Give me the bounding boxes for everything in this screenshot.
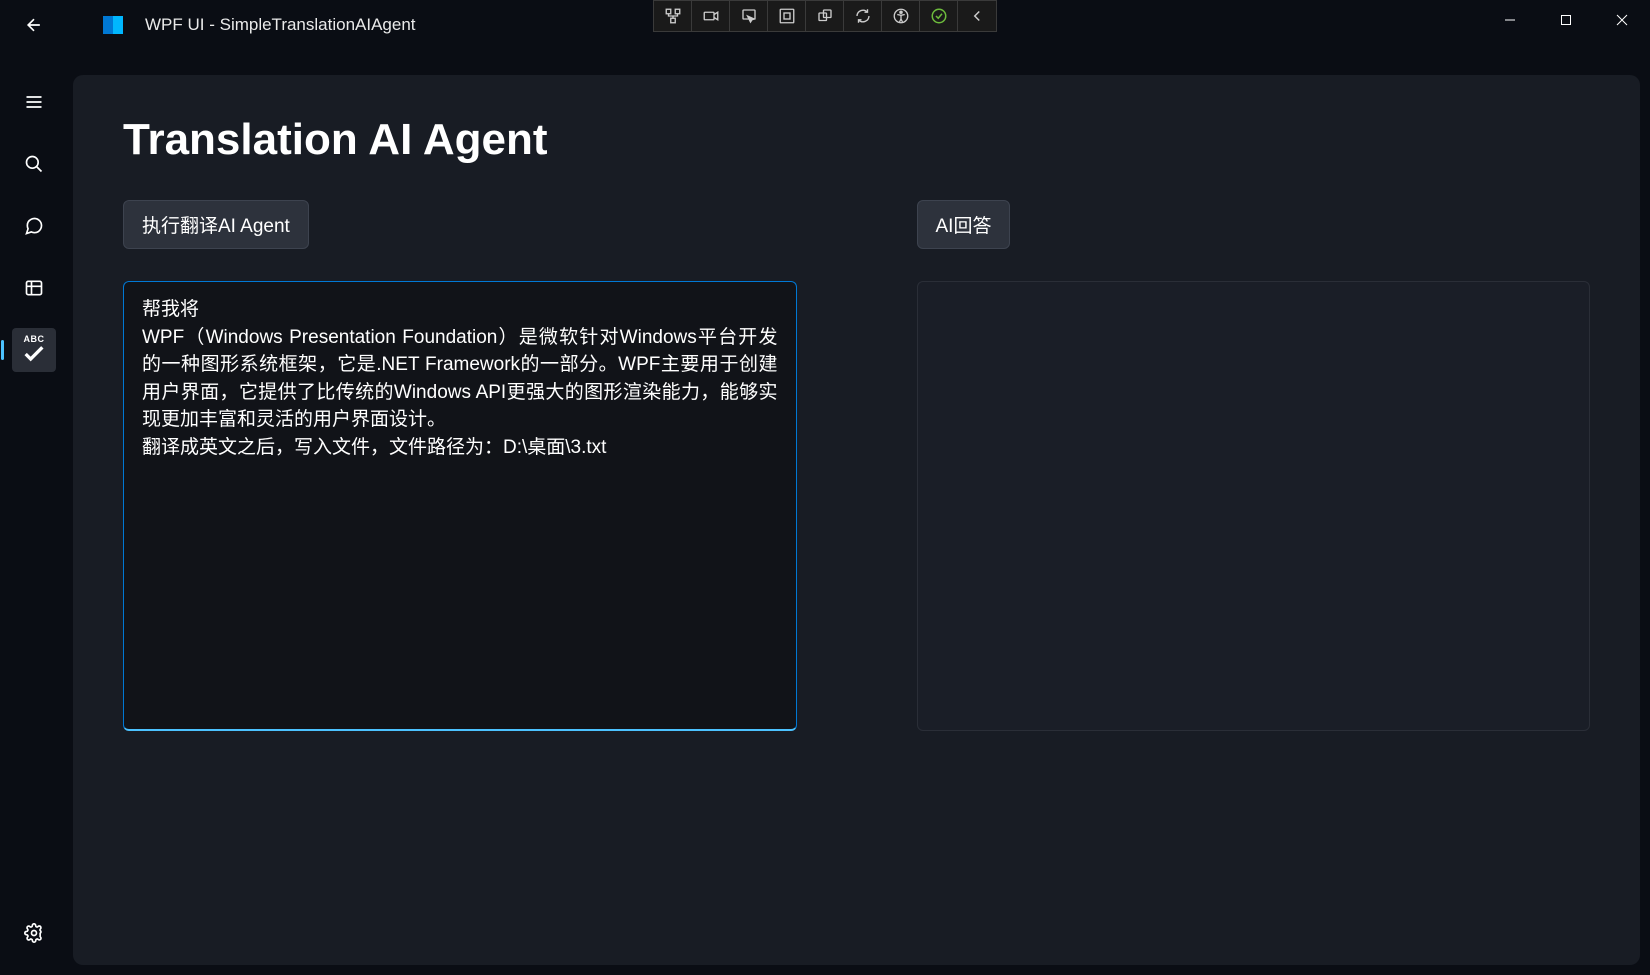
abc-check-icon: ABC	[24, 335, 45, 366]
debug-toolbar	[653, 0, 997, 32]
spellcheck-button[interactable]: ABC	[12, 328, 56, 372]
close-button[interactable]	[1594, 0, 1650, 40]
content-columns: 执行翻译AI Agent AI回答	[123, 200, 1590, 731]
execute-translate-button[interactable]: 执行翻译AI Agent	[123, 200, 309, 249]
debug-accessibility-icon[interactable]	[882, 1, 920, 31]
back-button[interactable]	[20, 11, 48, 39]
maximize-button[interactable]	[1538, 0, 1594, 40]
debug-recording-icon[interactable]	[692, 1, 730, 31]
window-title: WPF UI - SimpleTranslationAIAgent	[145, 15, 416, 35]
debug-display-layout-icon[interactable]	[768, 1, 806, 31]
debug-hot-reload-icon[interactable]	[844, 1, 882, 31]
app-icon	[103, 16, 123, 34]
debug-track-focus-icon[interactable]	[806, 1, 844, 31]
debug-select-element-icon[interactable]	[730, 1, 768, 31]
search-button[interactable]	[12, 142, 56, 186]
input-textarea[interactable]	[123, 281, 797, 731]
output-column: AI回答	[917, 200, 1591, 731]
database-button[interactable]	[12, 266, 56, 310]
output-textarea[interactable]	[917, 281, 1591, 731]
settings-button[interactable]	[12, 911, 56, 955]
ai-response-button[interactable]: AI回答	[917, 200, 1011, 249]
sidebar: ABC	[0, 60, 68, 975]
input-column: 执行翻译AI Agent	[123, 200, 797, 731]
debug-live-visual-tree-icon[interactable]	[654, 1, 692, 31]
hamburger-menu-button[interactable]	[12, 80, 56, 124]
main-panel: Translation AI Agent 执行翻译AI Agent AI回答	[73, 75, 1640, 965]
debug-collapse-icon[interactable]	[958, 1, 996, 31]
minimize-button[interactable]	[1482, 0, 1538, 40]
page-title: Translation AI Agent	[123, 115, 1590, 165]
window-controls	[1482, 0, 1650, 40]
chat-button[interactable]	[12, 204, 56, 248]
debug-checkmark-icon[interactable]	[920, 1, 958, 31]
